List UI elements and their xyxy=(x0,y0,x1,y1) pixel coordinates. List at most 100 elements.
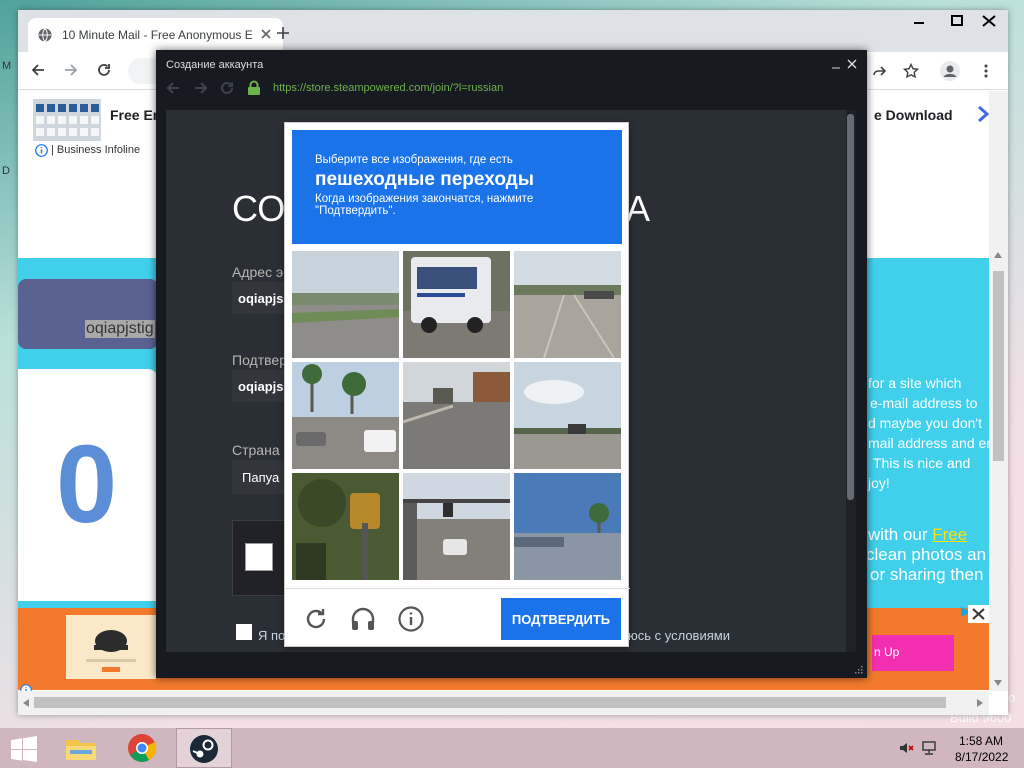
image-tile[interactable] xyxy=(514,473,621,580)
windows-start-icon[interactable] xyxy=(10,736,38,762)
create-account-heading: СО xyxy=(232,188,286,229)
clock-time[interactable]: 1:58 AM xyxy=(959,734,1003,748)
street-photo xyxy=(403,251,510,358)
profile-icon[interactable] xyxy=(939,60,961,82)
ad-close-icon[interactable] xyxy=(968,605,989,623)
tab-strip: 10 Minute Mail - Free Anonymous Email xyxy=(18,10,1008,52)
steam-close-icon[interactable] xyxy=(846,58,858,70)
verify-button[interactable]: ПОДТВЕРДИТЬ xyxy=(501,598,621,640)
recaptcha-checkbox[interactable] xyxy=(245,543,273,571)
steam-back-icon[interactable] xyxy=(166,81,180,95)
forward-icon[interactable] xyxy=(63,62,79,78)
image-tile[interactable] xyxy=(514,251,621,358)
taskbar-steam[interactable] xyxy=(176,728,232,768)
steam-scrollbar[interactable] xyxy=(846,110,856,652)
steam-icon xyxy=(190,735,218,763)
desktop-edge-text: M xyxy=(2,60,12,72)
steam-forward-icon[interactable] xyxy=(194,81,208,95)
image-tile[interactable] xyxy=(292,473,399,580)
scroll-left-icon[interactable] xyxy=(22,698,30,708)
ad-title[interactable]: Free En xyxy=(110,107,161,123)
confirm-email-input[interactable]: oqiapjs xyxy=(232,370,292,402)
share-icon[interactable] xyxy=(871,63,887,79)
ad-info-icon-bottom[interactable] xyxy=(20,684,32,691)
vertical-scrollbar[interactable] xyxy=(989,91,1008,691)
image-tile[interactable] xyxy=(403,251,510,358)
challenge-header: Выберите все изображения, где есть пешех… xyxy=(292,130,622,244)
reload-icon[interactable] xyxy=(96,62,112,78)
bookmark-star-icon[interactable] xyxy=(903,63,919,79)
info-line: mail address and en xyxy=(868,435,989,451)
street-photo xyxy=(403,473,510,580)
promo-line: clean photos an xyxy=(868,545,987,564)
menu-icon[interactable] xyxy=(978,63,994,79)
image-tile[interactable] xyxy=(292,362,399,469)
image-tile[interactable] xyxy=(292,251,399,358)
ad-download-text[interactable]: e Download xyxy=(874,107,953,123)
image-grid xyxy=(292,251,622,581)
steam-window-title: Создание аккаунта xyxy=(166,59,264,71)
cap-product-icon xyxy=(86,630,136,672)
image-tile[interactable] xyxy=(514,362,621,469)
window-close-icon[interactable] xyxy=(970,10,1008,32)
steam-url[interactable]: https://store.steampowered.com/join/?l=r… xyxy=(273,82,503,94)
horizontal-scroll-thumb[interactable] xyxy=(34,697,946,708)
image-tile[interactable] xyxy=(403,473,510,580)
taskbar: 1:58 AM 8/17/2022 xyxy=(0,728,1024,768)
globe-icon xyxy=(38,28,52,42)
ad-info-icon[interactable] xyxy=(35,144,48,157)
steam-reload-icon[interactable] xyxy=(220,81,234,95)
street-photo xyxy=(514,473,621,580)
reload-challenge-icon[interactable] xyxy=(303,606,329,632)
street-photo xyxy=(514,251,621,358)
clock-date[interactable]: 8/17/2022 xyxy=(955,750,1008,764)
street-photo xyxy=(403,362,510,469)
promo-prefix: with our xyxy=(868,525,933,544)
info-line: e-mail address to xyxy=(870,395,978,411)
challenge-hint: Когда изображения закончатся, нажмите "П… xyxy=(315,193,534,217)
scroll-right-icon[interactable] xyxy=(976,698,984,708)
street-photo xyxy=(514,362,621,469)
horizontal-scrollbar[interactable] xyxy=(18,691,989,715)
new-tab-icon[interactable] xyxy=(276,26,290,40)
ad-source: | Business Infoline xyxy=(51,144,141,156)
speaker-muted-icon[interactable] xyxy=(898,740,914,756)
promo-text: with our Free clean photos an or sharing… xyxy=(868,525,989,585)
challenge-footer: ПОДТВЕРДИТЬ xyxy=(285,588,630,648)
steam-minimize-icon[interactable] xyxy=(830,59,842,71)
image-tile[interactable] xyxy=(403,362,510,469)
signup-button[interactable]: n Up xyxy=(872,635,954,671)
chrome-icon xyxy=(128,734,157,762)
free-link[interactable]: Free xyxy=(932,525,967,544)
confirm-email-label: Подтвер xyxy=(232,352,287,368)
email-address-text[interactable]: oqiapjstig xyxy=(85,320,155,338)
network-icon[interactable] xyxy=(921,740,937,756)
taskbar-file-explorer[interactable] xyxy=(54,728,110,768)
keyboard-ad-image xyxy=(33,99,101,141)
scroll-up-icon[interactable] xyxy=(993,251,1003,259)
minimize-icon[interactable] xyxy=(900,10,938,32)
country-label: Страна xyxy=(232,442,280,458)
email-input[interactable]: oqiapjs xyxy=(232,282,292,314)
taskbar-chrome[interactable] xyxy=(115,728,171,768)
desktop-watermark: o xyxy=(1008,690,1016,705)
street-photo xyxy=(292,473,399,580)
chevron-right-icon[interactable] xyxy=(976,105,989,123)
audio-challenge-icon[interactable] xyxy=(349,605,377,633)
terms-text-left: Я по xyxy=(258,628,286,643)
challenge-target: пешеходные переходы xyxy=(315,169,534,190)
timer-counter: 0 xyxy=(56,423,118,546)
ad-product-image[interactable] xyxy=(66,615,156,679)
back-icon[interactable] xyxy=(30,62,46,78)
info-icon[interactable] xyxy=(397,605,425,633)
challenge-instruction: Выберите все изображения, где есть xyxy=(315,154,513,166)
close-tab-icon[interactable] xyxy=(258,26,274,42)
steam-scroll-thumb[interactable] xyxy=(847,114,854,500)
browser-tab[interactable]: 10 Minute Mail - Free Anonymous Email xyxy=(28,18,283,52)
resize-grip-icon[interactable] xyxy=(853,664,863,674)
scroll-down-icon[interactable] xyxy=(993,679,1003,687)
country-select[interactable]: Папуа xyxy=(232,460,292,494)
vertical-scroll-thumb[interactable] xyxy=(993,271,1004,461)
terms-checkbox[interactable] xyxy=(236,624,252,640)
info-line: joy! xyxy=(868,475,890,491)
